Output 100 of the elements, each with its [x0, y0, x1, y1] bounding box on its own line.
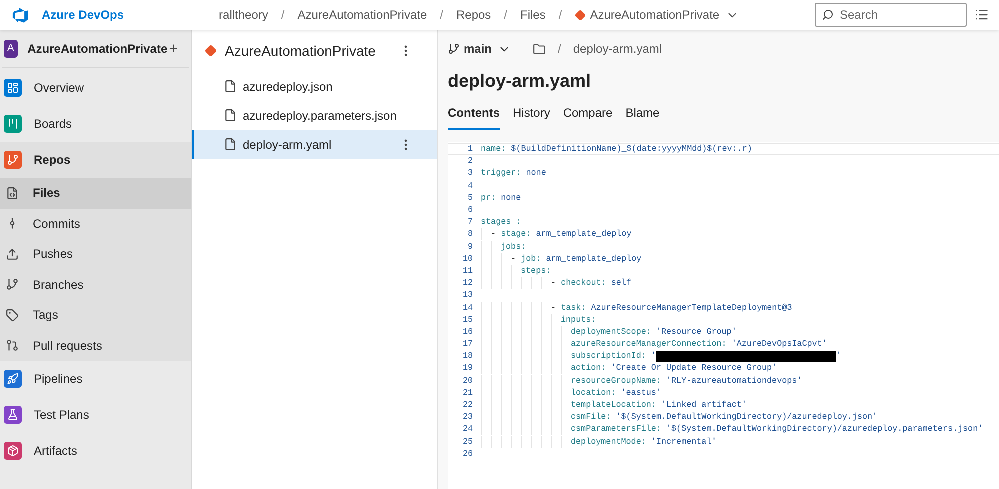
project-avatar: A [4, 40, 18, 58]
code-text: action: 'Create Or Update Resource Group' [571, 362, 778, 374]
logo-icon [12, 6, 29, 24]
code-text: trigger: none [481, 167, 546, 180]
code-text: - stage: arm_template_deploy [491, 228, 632, 240]
product-name[interactable]: Azure DevOps [42, 6, 124, 24]
code-text: azureResourceManagerConnection: 'AzureDevOpsIaCpvt' [571, 338, 828, 350]
package-icon [4, 442, 22, 460]
code-text: csmFile: '$(System.DefaultWorkingDirectory)/azuredeploy.json' [571, 411, 878, 424]
repo-picker[interactable]: AzureAutomationPrivate [590, 6, 720, 24]
line-number: 14 [462, 302, 473, 314]
dashboard-icon [4, 79, 22, 97]
code-text: steps: [521, 264, 552, 277]
search-icon [822, 9, 834, 21]
file-icon [224, 138, 237, 151]
line-number: 6 [466, 204, 473, 216]
line-number: 17 [462, 338, 473, 350]
code-text: - job: arm_template_deploy [511, 252, 642, 265]
breadcrumb-link[interactable]: AzureAutomationPrivate [298, 6, 428, 24]
pull-request-icon [6, 339, 19, 352]
line-number: 24 [462, 423, 473, 436]
code-text: subscriptionId: ' [571, 350, 656, 362]
line-number: 1 [466, 143, 473, 156]
line-number: 4 [466, 180, 473, 192]
nav-item[interactable]: Repos [0, 142, 191, 178]
line-number: 19 [462, 362, 473, 374]
line-number: 3 [466, 167, 473, 180]
line-number: 11 [462, 264, 473, 277]
breadcrumb-separator: / [504, 7, 508, 24]
branch-icon [6, 278, 19, 292]
kanban-icon [4, 115, 22, 133]
code-file-icon [6, 186, 19, 200]
line-number: 13 [462, 289, 473, 302]
line-number: 7 [466, 216, 473, 228]
nav-subitem[interactable]: Pull requests [0, 330, 191, 361]
file-item[interactable]: deploy-arm.yaml [192, 130, 437, 159]
nav-subitem[interactable]: Pushes [0, 239, 191, 270]
file-item[interactable]: azuredeploy.json [192, 72, 437, 101]
repo-name: AzureAutomationPrivate [225, 42, 377, 60]
code-text: - task: AzureResourceManagerTemplateDeployment@3 [551, 302, 792, 314]
branch-picker[interactable]: main [464, 40, 492, 58]
code-text: csmParametersFile: '$(System.DefaultWorkingDirectory)/azuredeploy.parameters.json' [571, 423, 984, 436]
line-number: 25 [462, 436, 473, 448]
folder-icon[interactable] [533, 42, 546, 56]
line-number: 16 [462, 326, 473, 338]
code-text: location: 'eastus' [571, 386, 662, 399]
nav-item[interactable]: Artifacts [0, 433, 191, 469]
nav-item[interactable]: Overview [0, 70, 191, 106]
code-text: name: $(BuildDefinitionName)_$(date:yyyyMMdd)$(rev:.r) [481, 143, 752, 156]
tab[interactable]: Contents [448, 98, 500, 130]
upload-icon [6, 248, 19, 261]
project-name[interactable]: AzureAutomationPrivate [28, 40, 168, 58]
line-number: 12 [462, 277, 473, 290]
code-text: - checkout: self [551, 277, 632, 290]
file-icon [224, 80, 237, 93]
branch-icon [448, 43, 460, 55]
breadcrumb-link[interactable]: Files [520, 6, 546, 24]
code-text: deploymentScope: 'Resource Group' [571, 326, 737, 338]
nav-subitem[interactable]: Branches [0, 270, 191, 300]
line-number: 8 [466, 228, 473, 240]
line-number: 26 [462, 448, 473, 460]
code-text: templateLocation: 'Linked artifact' [571, 399, 747, 412]
code-text: deploymentMode: 'Incremental' [571, 436, 717, 448]
nav-item[interactable]: Pipelines [0, 361, 191, 397]
code-text: ' [836, 350, 842, 362]
repo-icon [575, 10, 586, 20]
line-number: 15 [462, 314, 473, 326]
list-icon[interactable] [975, 8, 989, 22]
code-text: jobs: [501, 240, 526, 253]
line-number: 9 [466, 240, 473, 253]
line-number: 10 [462, 252, 473, 265]
breadcrumb-link[interactable]: ralltheory [219, 6, 268, 24]
breadcrumb-link[interactable]: Repos [456, 6, 492, 24]
path-separator: / [558, 41, 562, 58]
file-path: deploy-arm.yaml [573, 41, 662, 58]
flask-icon [4, 406, 22, 424]
line-number: 5 [466, 192, 473, 204]
line-number: 23 [462, 411, 473, 424]
nav-subitem[interactable]: Commits [0, 208, 191, 239]
nav-subitem[interactable]: Files [0, 178, 191, 208]
code-text: pr: none [481, 192, 522, 204]
rocket-icon [4, 370, 22, 388]
code-text: resourceGroupName: 'RLY-azureautomationdevops' [571, 374, 802, 387]
nav-item[interactable]: Test Plans [0, 397, 191, 433]
breadcrumb-separator: / [281, 7, 285, 24]
line-number: 20 [462, 374, 473, 387]
tab[interactable]: History [513, 98, 550, 130]
line-number: 2 [466, 155, 473, 168]
tab[interactable]: Blame [626, 98, 660, 130]
file-item[interactable]: azuredeploy.parameters.json [192, 101, 437, 130]
code-text: stages : [481, 216, 522, 228]
nav-subitem[interactable]: Tags [0, 300, 191, 330]
line-number: 21 [462, 386, 473, 399]
search-field[interactable]: Search [815, 3, 967, 27]
file-title: deploy-arm.yaml [448, 70, 592, 93]
nav-item[interactable]: Boards [0, 106, 191, 142]
file-icon [224, 109, 237, 122]
tab[interactable]: Compare [563, 98, 613, 130]
tag-icon [6, 308, 19, 322]
breadcrumb-separator: / [440, 7, 444, 24]
